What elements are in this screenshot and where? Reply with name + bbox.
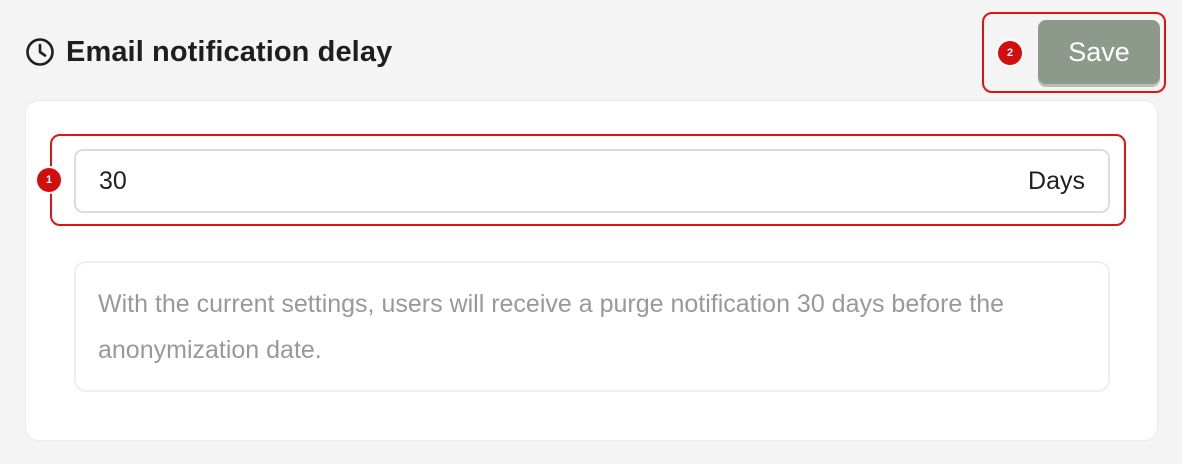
section-header: Email notification delay [24,30,392,74]
delay-days-input[interactable] [76,150,1029,212]
delay-input-group: Days [74,149,1110,213]
info-message: With the current settings, users will re… [98,290,1005,364]
info-box: With the current settings, users will re… [74,261,1110,392]
save-button[interactable]: Save [1038,20,1160,84]
clock-icon [24,36,56,68]
annotation-badge-2: 2 [998,41,1022,65]
days-unit-label: Days [1028,166,1085,195]
section-title: Email notification delay [66,35,393,68]
annotation-badge-1: 1 [37,168,61,192]
